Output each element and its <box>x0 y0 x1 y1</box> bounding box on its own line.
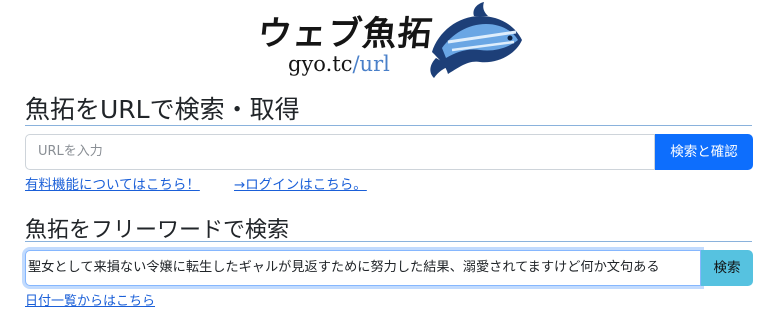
heading-divider <box>25 241 752 242</box>
freeword-search-heading: 魚拓をフリーワードで検索 <box>25 218 290 243</box>
logo-domain-path: /url <box>352 52 390 76</box>
date-list-link[interactable]: 日付一覧からはこちら <box>25 290 155 309</box>
premium-features-link[interactable]: 有料機能についてはこちら！ <box>25 173 200 193</box>
fish-print-icon <box>430 2 522 78</box>
url-input[interactable]: URLを入力 <box>25 134 655 170</box>
freeword-input-value: 聖女として来損ない令嬢に転生したギャルが見返すために努力した結果、溺愛されてます… <box>28 260 660 275</box>
logo-title: ウェブ魚拓 <box>255 14 435 54</box>
search-button[interactable]: 検索 <box>701 250 753 286</box>
logo-domain-host: gyo.tc <box>288 52 353 76</box>
heading-divider <box>25 125 752 126</box>
site-logo[interactable]: ウェブ魚拓 gyo.tc/url <box>250 2 525 80</box>
url-search-heading: 魚拓をURLで検索・取得 <box>25 95 300 124</box>
freeword-search-input[interactable]: 聖女として来損ない令嬢に転生したギャルが見返すために努力した結果、溺愛されてます… <box>25 250 701 286</box>
search-and-confirm-button[interactable]: 検索と確認 <box>655 134 753 170</box>
login-link[interactable]: →ログインはこちら。 <box>234 173 367 193</box>
logo-domain: gyo.tc/url <box>288 52 390 76</box>
